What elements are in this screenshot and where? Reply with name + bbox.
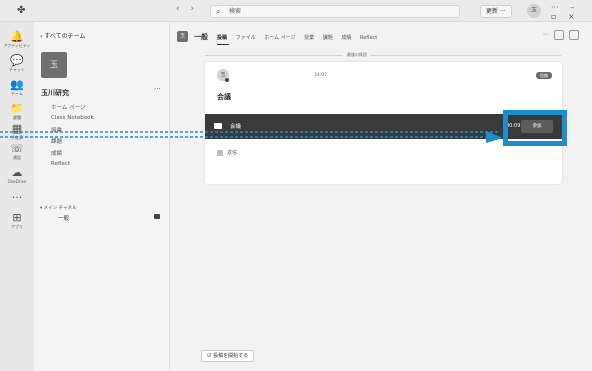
camera-icon — [154, 214, 160, 219]
minimize-icon[interactable]: – — [570, 3, 574, 12]
main-channels-header[interactable]: ▾ メイン チャネル — [40, 205, 77, 211]
apps-icon: ⊞ — [12, 211, 22, 224]
title-bar: ✤ ‹ › ⌕ 検索 更新 ··· 玉 ··· – ▫ × — [0, 0, 592, 22]
tab-assignments[interactable]: 課題 — [323, 35, 333, 41]
all-teams-link[interactable]: ‹ すべてのチーム — [40, 31, 85, 40]
arrow-head — [486, 131, 503, 143]
appbar-teams[interactable]: 👥 チーム — [0, 78, 34, 97]
appbar-assignments[interactable]: 📁 課題 — [0, 102, 34, 121]
update-button[interactable]: 更新 ··· — [480, 5, 512, 18]
post-title: 会議 — [217, 93, 231, 101]
reply-button[interactable]: 返信 — [217, 149, 237, 156]
appbar-label: アプリ — [11, 224, 23, 229]
team-menu-home[interactable]: ホーム ページ — [51, 103, 85, 111]
forward-arrow-icon[interactable]: › — [190, 4, 194, 14]
channel-name: 一般 — [194, 33, 208, 41]
bell-icon: 🔔 — [10, 30, 24, 43]
tab-files[interactable]: ファイル — [236, 35, 256, 41]
search-box[interactable]: ⌕ 検索 — [210, 5, 460, 18]
assignments-icon: 📁 — [10, 102, 24, 115]
reply-icon — [217, 149, 223, 156]
tab-grades[interactable]: 成績 — [341, 35, 351, 41]
appbar-label: OneDrive — [7, 179, 27, 184]
more-options-icon[interactable]: ··· — [551, 3, 559, 12]
team-more-icon[interactable]: ··· — [154, 85, 161, 93]
team-menu-reflect[interactable]: Reflect — [51, 161, 70, 167]
tab-posts[interactable]: 投稿 — [217, 35, 227, 41]
channel-team-icon: 玉 — [177, 31, 188, 42]
post-time: 14:07 — [314, 73, 327, 78]
appbar-more[interactable]: ··· — [0, 192, 34, 204]
active-tab-indicator — [217, 44, 229, 45]
channel-label: 一般 — [58, 216, 70, 222]
appbar-chat[interactable]: 💬 チャット — [0, 54, 34, 73]
appbar-label: 通話 — [13, 155, 21, 160]
close-icon[interactable]: × — [568, 12, 575, 21]
channel-item-general[interactable]: 一般 — [40, 212, 164, 223]
search-icon: ⌕ — [216, 7, 221, 16]
tab-reflect[interactable]: Reflect — [360, 35, 377, 41]
teams-logo-icon: ✤ — [17, 5, 26, 16]
appbar-onedrive[interactable]: ☁ OneDrive — [0, 166, 34, 185]
join-button-highlight — [503, 110, 567, 146]
info-icon[interactable] — [568, 30, 579, 40]
reply-label: 返信 — [227, 150, 238, 156]
appbar-label: チャット — [9, 67, 25, 72]
appbar-activity[interactable]: 🔔 アクティビティ — [0, 30, 34, 49]
chat-icon: 💬 — [10, 54, 24, 67]
teams-window: ✤ ‹ › ⌕ 検索 更新 ··· 玉 ··· – ▫ × 🔔 アクティビティ … — [0, 0, 592, 371]
header-actions: ··· — [543, 30, 579, 40]
start-post-button[interactable]: ☑ 投稿を開始する — [201, 350, 255, 362]
channel-header: 玉 一般 投稿 ファイル ホーム ページ 授業 課題 成績 Reflect ··… — [171, 22, 592, 48]
back-arrow-icon[interactable]: ‹ — [176, 4, 180, 14]
team-panel: ‹ すべてのチーム 玉 玉川研究 ··· ホーム ページ Class Noteb… — [34, 22, 170, 371]
app-bar: 🔔 アクティビティ 💬 チャット 👥 チーム 📁 課題 ▦ 予定表 ☏ 通話 ☁… — [0, 22, 34, 371]
appbar-label: 課題 — [13, 115, 21, 120]
last-read-label: 最後の既読 — [343, 52, 371, 58]
last-read-divider — [205, 55, 561, 56]
appbar-apps[interactable]: ⊞ アプリ — [0, 211, 34, 230]
channel-tabs: 投稿 ファイル ホーム ページ 授業 課題 成績 Reflect — [217, 34, 384, 41]
post-badge: 投稿 — [536, 72, 552, 79]
appbar-calls[interactable]: ☏ 通話 — [0, 142, 34, 161]
team-menu-notebook[interactable]: Class Notebook — [51, 115, 94, 121]
phone-icon: ☏ — [10, 142, 24, 155]
window-controls: ··· – ▫ × — [551, 3, 592, 21]
channel-view: 玉 一般 投稿 ファイル ホーム ページ 授業 課題 成績 Reflect ··… — [171, 22, 592, 371]
header-more-icon[interactable]: ··· — [543, 32, 549, 39]
appbar-label: チーム — [11, 91, 23, 96]
history-nav: ‹ › — [176, 4, 202, 14]
user-avatar[interactable]: 玉 — [527, 4, 541, 18]
pointer-arrow — [0, 131, 503, 143]
teams-icon: 👥 — [10, 78, 24, 91]
presence-icon — [225, 78, 229, 82]
team-avatar: 玉 — [41, 52, 67, 78]
team-name: 玉川研究 — [41, 89, 69, 97]
tab-class[interactable]: 授業 — [304, 35, 314, 41]
appbar-label: アクティビティ — [3, 43, 31, 48]
more-icon: ··· — [11, 191, 23, 204]
team-menu-grades[interactable]: 成績 — [51, 149, 62, 157]
search-placeholder: 検索 — [229, 8, 242, 15]
maximize-icon[interactable]: ▫ — [551, 12, 556, 21]
tab-home[interactable]: ホーム ページ — [264, 35, 295, 41]
cloud-icon: ☁ — [11, 166, 23, 179]
meet-icon[interactable] — [553, 30, 564, 40]
